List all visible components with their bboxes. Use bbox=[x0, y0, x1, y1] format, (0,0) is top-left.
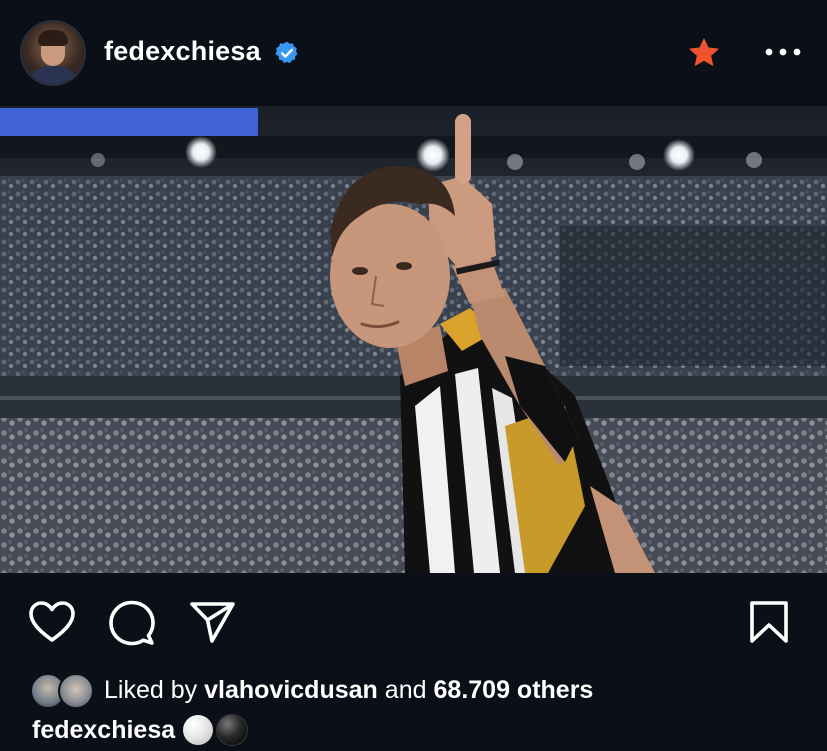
post-actions-bar bbox=[0, 573, 827, 669]
post-photo-illustration bbox=[0, 106, 827, 573]
caption-author[interactable]: fedexchiesa bbox=[32, 716, 175, 745]
verified-badge-icon bbox=[275, 41, 298, 64]
likes-count[interactable]: 68.709 others bbox=[434, 676, 594, 705]
more-horizontal-icon[interactable] bbox=[763, 44, 803, 60]
heart-icon[interactable] bbox=[28, 600, 76, 644]
likes-summary[interactable]: Liked by vlahovicdusan and 68.709 others bbox=[30, 672, 600, 709]
post-caption: fedexchiesa bbox=[32, 712, 251, 748]
black-circle-emoji bbox=[217, 715, 248, 745]
post-photo[interactable] bbox=[0, 106, 827, 573]
post-header: fedexchiesa bbox=[0, 0, 827, 106]
liker-avatar bbox=[58, 673, 94, 709]
profile-avatar[interactable] bbox=[22, 22, 84, 84]
likes-connector: and bbox=[384, 675, 427, 704]
send-icon[interactable] bbox=[188, 600, 236, 644]
liked-by-avatars bbox=[30, 673, 96, 709]
star-icon[interactable] bbox=[687, 36, 721, 70]
instagram-post: fedexchiesa Liked by vlahovicdusan and 6… bbox=[0, 0, 827, 751]
post-author-username[interactable]: fedexchiesa bbox=[104, 36, 261, 67]
likes-prefix: Liked by bbox=[104, 675, 198, 704]
white-circle-emoji bbox=[183, 715, 214, 745]
bookmark-icon[interactable] bbox=[748, 600, 790, 644]
likes-user[interactable]: vlahovicdusan bbox=[204, 676, 378, 705]
comment-icon[interactable] bbox=[108, 600, 156, 646]
